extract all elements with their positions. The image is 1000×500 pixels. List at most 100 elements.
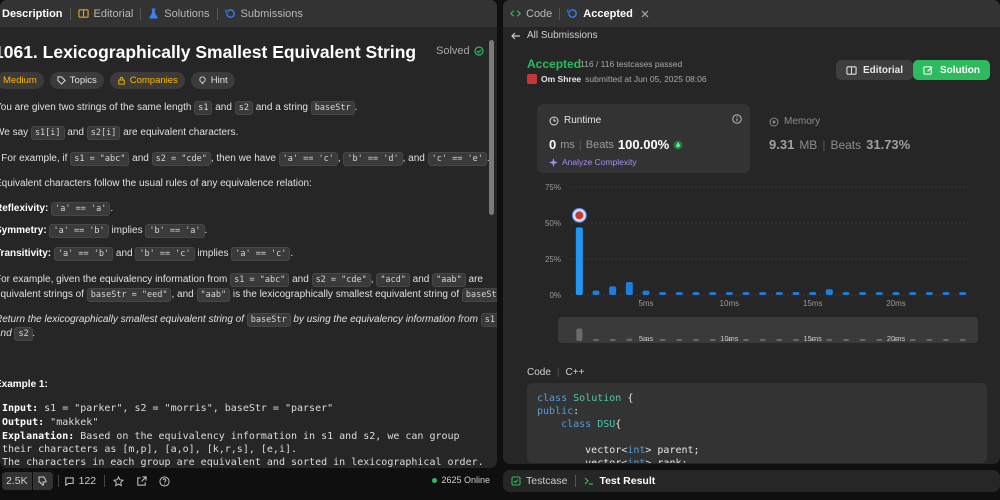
bar bbox=[725, 292, 733, 295]
like-button[interactable]: 2.5K bbox=[2, 472, 32, 490]
info-icon[interactable] bbox=[732, 114, 742, 124]
comments-button[interactable]: 122 bbox=[64, 475, 96, 487]
tab-submissions[interactable]: Submissions bbox=[218, 0, 310, 27]
tab-code[interactable]: Code bbox=[503, 0, 559, 27]
tab-test-result[interactable]: Test Result bbox=[584, 475, 655, 487]
bar bbox=[575, 227, 583, 295]
tab-label: Submissions bbox=[240, 7, 303, 20]
topics-chip[interactable]: Topics bbox=[49, 72, 104, 89]
help-icon[interactable] bbox=[159, 475, 170, 487]
lightbulb-icon bbox=[198, 76, 207, 85]
bar bbox=[859, 292, 867, 295]
minimap-bar bbox=[943, 339, 949, 341]
bar bbox=[959, 292, 967, 295]
example-title: Example 1: bbox=[0, 379, 48, 390]
scrollbar-thumb[interactable] bbox=[489, 40, 494, 215]
bar bbox=[942, 292, 950, 295]
solution-button[interactable]: Solution bbox=[913, 60, 990, 80]
text: Return the lexicographically smallest eq… bbox=[0, 314, 247, 325]
chip-label: Medium bbox=[3, 75, 37, 86]
text: , then we have bbox=[210, 153, 279, 164]
memory-label[interactable]: Memory bbox=[769, 116, 820, 127]
close-icon[interactable] bbox=[641, 10, 649, 18]
divider bbox=[575, 475, 577, 487]
check-circle-icon bbox=[474, 46, 484, 56]
text: , and bbox=[171, 289, 197, 300]
username[interactable]: Om Shree bbox=[541, 74, 581, 84]
tab-label: Code bbox=[526, 7, 553, 20]
desc-line-4: Equivalent characters follow the usual r… bbox=[0, 178, 312, 189]
book-icon bbox=[77, 8, 89, 19]
submitted-time: submitted at Jun 05, 2025 08:06 bbox=[585, 74, 707, 84]
lock-icon bbox=[117, 76, 126, 85]
tab-testcase[interactable]: Testcase bbox=[511, 475, 567, 487]
text: implies bbox=[108, 225, 146, 236]
analyze-complexity[interactable]: Analyze Complexity bbox=[549, 157, 637, 167]
dislike-button[interactable] bbox=[32, 472, 53, 490]
button-label: Solution bbox=[940, 64, 980, 76]
inline-code: 'a' == 'b' bbox=[53, 247, 114, 261]
minimap-bar bbox=[876, 339, 883, 341]
companies-chip[interactable]: Companies bbox=[109, 72, 185, 89]
tab-solutions[interactable]: Solutions bbox=[141, 0, 216, 27]
bar bbox=[625, 282, 633, 295]
edit-icon bbox=[923, 65, 934, 76]
minimap-bar bbox=[709, 339, 716, 341]
text: and bbox=[113, 248, 136, 259]
chip-label: Topics bbox=[69, 75, 97, 86]
inline-code: baseStr = "eed" bbox=[86, 288, 172, 302]
minimap-tick-label: 15ms bbox=[803, 334, 822, 343]
editorial-button[interactable]: Editorial bbox=[836, 60, 914, 80]
beats-label: Beats bbox=[585, 138, 614, 151]
desc-line-5: For example, given the equivalency infor… bbox=[0, 273, 483, 287]
minimap-bar bbox=[959, 339, 966, 341]
inline-code: "aab" bbox=[196, 288, 231, 302]
example-input: Input: s1 = "parker", s2 = "morris", bas… bbox=[2, 402, 333, 416]
inline-code: s2 = "cde" bbox=[311, 273, 371, 287]
desc-line-3: • For example, if s1 = "abc" and s2 = "c… bbox=[0, 152, 490, 166]
runtime-label: Runtime bbox=[549, 115, 601, 126]
tab-description[interactable]: Description bbox=[0, 0, 70, 27]
description-scrollbar[interactable] bbox=[488, 28, 494, 468]
rule-name: Symmetry: bbox=[0, 225, 47, 236]
submitted-code[interactable]: class Solution { public: class DSU{ vect… bbox=[527, 383, 987, 463]
tab-label: Description bbox=[2, 7, 63, 20]
tab-editorial[interactable]: Editorial bbox=[71, 0, 141, 27]
inline-code: "aab" bbox=[432, 273, 466, 287]
chip-label: Hint bbox=[210, 75, 228, 86]
code-line-1: class Solution { bbox=[537, 393, 634, 404]
x-tick-label: 10ms bbox=[720, 299, 740, 308]
tab-label: Accepted bbox=[583, 7, 633, 20]
solved-label: Solved bbox=[436, 45, 470, 57]
online-count: 2625 Online bbox=[432, 475, 490, 485]
example-explanation-3: The characters in each group are equival… bbox=[2, 457, 484, 468]
inline-code: s2[i] bbox=[86, 126, 121, 140]
text: , and bbox=[402, 153, 428, 164]
bar bbox=[875, 292, 883, 295]
desc-line-8: and s2. bbox=[0, 327, 36, 341]
bar bbox=[825, 289, 833, 295]
text: equivalent strings of bbox=[0, 289, 87, 300]
label: Explanation: bbox=[2, 431, 75, 442]
share-icon[interactable] bbox=[136, 475, 147, 487]
runtime-card[interactable]: Runtime 0 ms | Beats 100.00% Analyze Com… bbox=[537, 104, 750, 173]
rule-name: Transitivity: bbox=[0, 248, 52, 259]
back-to-submissions[interactable]: All Submissions bbox=[511, 30, 598, 41]
divider bbox=[57, 475, 59, 487]
solved-status: Solved bbox=[436, 45, 484, 57]
code-line-5: vector<int> parent; bbox=[537, 445, 700, 456]
rule-name: Reflexivity: bbox=[0, 203, 49, 214]
inline-code: s2 bbox=[234, 101, 253, 115]
y-tick-label: 25% bbox=[545, 255, 561, 264]
minimap-bar bbox=[743, 339, 749, 341]
user-avatar-face bbox=[575, 211, 584, 220]
text: For example, if bbox=[0, 153, 71, 164]
tab-accepted[interactable]: Accepted bbox=[560, 0, 656, 27]
inline-code: s2 = "cde" bbox=[151, 152, 211, 166]
star-icon[interactable] bbox=[113, 475, 125, 487]
runtime-distribution-chart[interactable]: 75% 50% 25% 0% 5ms 10ms 15ms 20ms 5ms 10ms 15ms 20m… bbox=[533, 178, 983, 348]
desc-line-7: Return the lexicographically smallest eq… bbox=[0, 313, 497, 327]
text: You are given two strings of the same le… bbox=[0, 102, 195, 113]
bar bbox=[909, 292, 917, 295]
hint-chip[interactable]: Hint bbox=[190, 72, 235, 89]
